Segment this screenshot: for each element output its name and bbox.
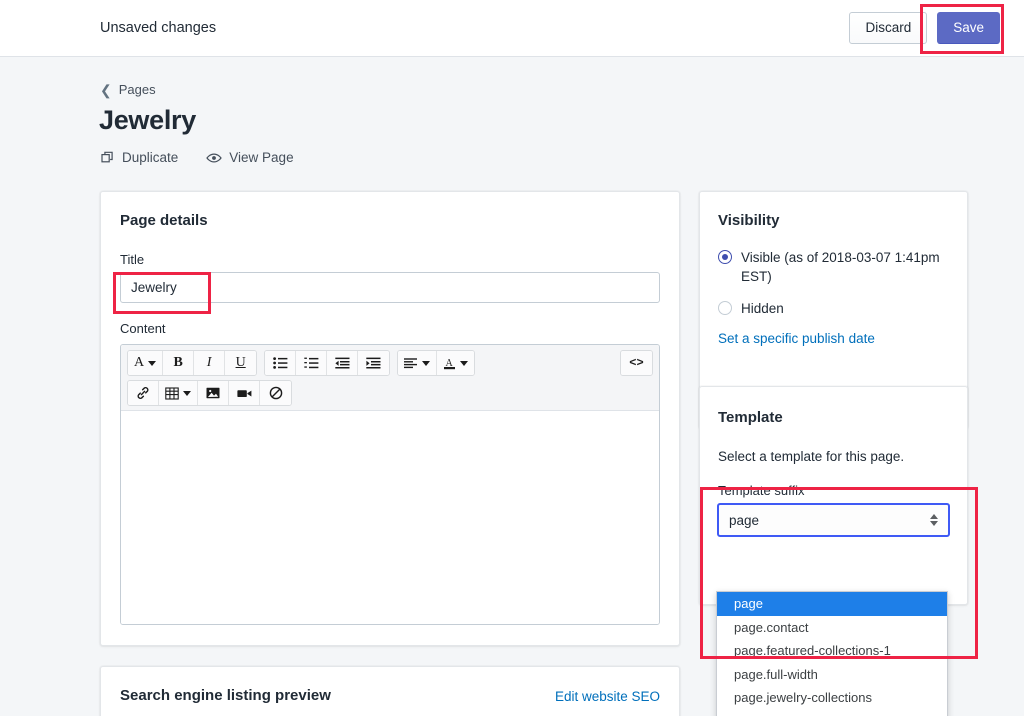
- view-page-label: View Page: [229, 150, 294, 165]
- page-content: ❮ Pages Jewelry Duplicate View Page Page…: [0, 57, 1024, 716]
- save-button[interactable]: Save: [937, 11, 1000, 45]
- unsaved-changes-bar: Unsaved changes Discard Save: [0, 0, 1024, 57]
- table-icon[interactable]: [159, 381, 198, 405]
- seo-preview-card: Search engine listing preview Edit websi…: [100, 666, 680, 716]
- visibility-option-hidden[interactable]: Hidden: [718, 299, 951, 318]
- radio-hidden-icon: [718, 301, 732, 316]
- editor-toolbar-row-2: [127, 380, 653, 406]
- dropdown-option-page[interactable]: page: [717, 592, 947, 616]
- chevron-down-icon: [460, 360, 469, 366]
- editor-toolbar-row-1: A B I U A <>: [127, 350, 653, 376]
- page-header-actions: Duplicate View Page: [101, 150, 294, 165]
- template-help-text: Select a template for this page.: [718, 449, 905, 464]
- format-group: A B I U: [127, 350, 258, 376]
- bold-icon[interactable]: B: [163, 351, 195, 375]
- dropdown-option-page-page-featured-collections-2[interactable]: page.page.featured-collections-2: [717, 710, 947, 716]
- radio-visible-icon: [718, 250, 732, 264]
- link-icon[interactable]: [128, 381, 159, 405]
- chevron-down-icon: [148, 360, 157, 366]
- chevron-down-icon: [183, 390, 191, 396]
- editor-toolbar: A B I U A <>: [121, 345, 659, 411]
- dropdown-option-page-featured-collections-1[interactable]: page.featured-collections-1: [717, 639, 947, 663]
- duplicate-button[interactable]: Duplicate: [101, 150, 178, 165]
- breadcrumb-label: Pages: [118, 82, 156, 97]
- indent-icon[interactable]: [358, 351, 390, 375]
- content-rich-text-editor: A B I U A <>: [120, 344, 660, 625]
- align-icon[interactable]: [398, 351, 438, 375]
- title-field-label: Title: [120, 252, 145, 267]
- content-field-label: Content: [120, 321, 166, 336]
- visibility-visible-label: Visible (as of 2018-03-07 1:41pm EST): [741, 250, 940, 285]
- seo-heading: Search engine listing preview: [120, 687, 331, 704]
- font-family-icon[interactable]: A: [128, 351, 164, 375]
- page-title: Jewelry: [99, 105, 196, 135]
- template-suffix-dropdown[interactable]: page page.contact page.featured-collecti…: [716, 591, 948, 716]
- visibility-heading: Visibility: [718, 212, 780, 229]
- dropdown-option-page-jewelry-collections[interactable]: page.jewelry-collections: [717, 686, 947, 710]
- template-heading: Template: [718, 409, 783, 426]
- template-suffix-select[interactable]: page: [717, 503, 950, 537]
- template-suffix-value: page: [729, 512, 760, 528]
- breadcrumb-pages-link[interactable]: ❮ Pages: [100, 82, 156, 97]
- align-color-group: A: [397, 350, 476, 376]
- dropdown-option-page-contact[interactable]: page.contact: [717, 616, 947, 640]
- discard-button[interactable]: Discard: [849, 11, 928, 45]
- insert-group: [127, 380, 292, 406]
- select-stepper-icon: [930, 514, 938, 526]
- duplicate-label: Duplicate: [122, 150, 179, 165]
- visibility-option-visible[interactable]: Visible (as of 2018-03-07 1:41pm EST): [718, 248, 951, 286]
- content-editor-body[interactable]: [121, 412, 659, 624]
- edit-website-seo-link[interactable]: Edit website SEO: [555, 689, 660, 704]
- text-color-icon[interactable]: A: [437, 351, 475, 375]
- source-group: <>: [620, 350, 653, 376]
- visibility-hidden-label: Hidden: [741, 301, 784, 317]
- eye-icon: [206, 151, 223, 165]
- title-input[interactable]: [120, 272, 660, 303]
- insert-image-icon[interactable]: [198, 381, 229, 405]
- italic-icon[interactable]: I: [194, 351, 226, 375]
- html-source-icon[interactable]: <>: [621, 351, 652, 375]
- page-details-heading: Page details: [120, 212, 208, 229]
- bulleted-list-icon[interactable]: [265, 351, 297, 375]
- set-publish-date-link[interactable]: Set a specific publish date: [718, 331, 951, 346]
- numbered-list-icon[interactable]: [296, 351, 328, 375]
- chevron-down-icon: [422, 360, 431, 366]
- outdent-icon[interactable]: [327, 351, 359, 375]
- duplicate-icon: [101, 151, 115, 165]
- dropdown-option-page-full-width[interactable]: page.full-width: [717, 663, 947, 687]
- unsaved-changes-message: Unsaved changes: [100, 20, 217, 36]
- clear-formatting-icon[interactable]: [260, 381, 291, 405]
- insert-video-icon[interactable]: [229, 381, 260, 405]
- template-suffix-label: Template suffix: [718, 483, 805, 498]
- list-group: [264, 350, 391, 376]
- page-details-card: Page details Title Content A B: [100, 191, 680, 646]
- view-page-button[interactable]: View Page: [206, 150, 294, 165]
- topbar-actions: Discard Save: [849, 11, 1000, 45]
- template-card: Template Select a template for this page…: [699, 386, 968, 605]
- underline-icon[interactable]: U: [225, 351, 257, 375]
- chevron-left-icon: ❮: [100, 81, 112, 98]
